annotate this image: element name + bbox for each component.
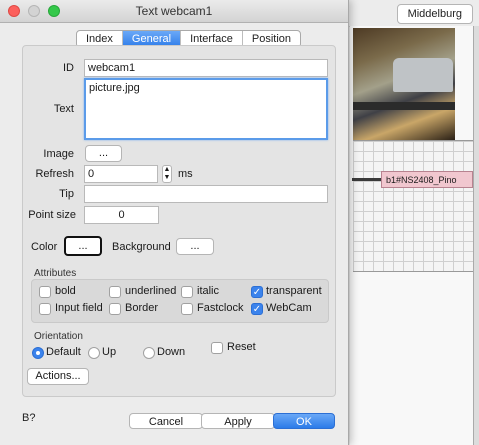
- apply-button[interactable]: Apply: [201, 413, 275, 429]
- tip-label: Tip: [59, 188, 74, 200]
- titlebar: Text webcam1: [0, 0, 348, 23]
- transparent-checkbox[interactable]: ✓: [251, 286, 263, 298]
- color-picker-button[interactable]: ...: [64, 236, 102, 256]
- track-image-detail: [353, 102, 455, 110]
- refresh-label: Refresh: [35, 168, 74, 180]
- orientation-down-radio[interactable]: [143, 347, 155, 359]
- input-field-label: Input field: [55, 302, 103, 314]
- attributes-section-title: Attributes: [34, 268, 77, 279]
- orientation-default-label: Default: [46, 346, 81, 358]
- image-label: Image: [43, 148, 74, 160]
- id-field[interactable]: webcam1: [84, 59, 328, 77]
- actions-button[interactable]: Actions...: [27, 368, 89, 385]
- background-scrollbar[interactable]: [473, 26, 479, 445]
- text-properties-dialog: Text webcam1 Index General Interface Pos…: [0, 0, 349, 445]
- orientation-default-radio[interactable]: [32, 347, 44, 359]
- fastclock-checkbox[interactable]: [181, 303, 193, 315]
- border-checkbox[interactable]: [109, 303, 121, 315]
- bold-label: bold: [55, 285, 76, 297]
- underlined-checkbox[interactable]: [109, 286, 121, 298]
- transparent-label: transparent: [266, 285, 322, 297]
- pointsize-field[interactable]: 0: [84, 206, 159, 224]
- layout-grid: [353, 140, 473, 272]
- fastclock-label: Fastclock: [197, 302, 244, 314]
- refresh-stepper[interactable]: ▲ ▼: [162, 165, 172, 183]
- ok-button[interactable]: OK: [273, 413, 335, 429]
- webcam-image: [353, 28, 455, 140]
- border-label: Border: [125, 302, 159, 314]
- track-segment[interactable]: [352, 178, 382, 181]
- orientation-down-label: Down: [157, 346, 186, 358]
- italic-label: italic: [197, 285, 220, 297]
- cancel-button[interactable]: Cancel: [129, 413, 203, 429]
- webcam-label: WebCam: [266, 302, 312, 314]
- block-element[interactable]: b1#NS2408_Pino: [381, 171, 473, 188]
- window-title: Text webcam1: [135, 4, 213, 18]
- reset-checkbox[interactable]: [211, 342, 223, 354]
- webcam-checkbox[interactable]: ✓: [251, 303, 263, 315]
- orientation-up-radio[interactable]: [88, 347, 100, 359]
- image-browse-button[interactable]: ...: [85, 145, 122, 162]
- location-button[interactable]: Middelburg: [396, 4, 473, 24]
- train-image-detail: [393, 58, 453, 92]
- background-label: Background: [112, 241, 171, 253]
- help-icon[interactable]: B?: [22, 412, 35, 424]
- text-field[interactable]: picture.jpg: [84, 78, 328, 140]
- pointsize-label: Point size: [28, 209, 76, 221]
- orientation-section-title: Orientation: [34, 331, 83, 342]
- tip-field[interactable]: [84, 185, 328, 203]
- italic-checkbox[interactable]: [181, 286, 193, 298]
- color-label: Color: [31, 241, 58, 253]
- refresh-field[interactable]: 0: [84, 165, 158, 183]
- reset-label: Reset: [227, 341, 256, 353]
- input-field-checkbox[interactable]: [39, 303, 51, 315]
- underlined-label: underlined: [125, 285, 177, 297]
- id-label: ID: [63, 62, 74, 74]
- bold-checkbox[interactable]: [39, 286, 51, 298]
- background-color-button[interactable]: ...: [176, 238, 214, 255]
- text-label: Text: [53, 103, 74, 115]
- refresh-unit-label: ms: [178, 168, 193, 180]
- orientation-up-label: Up: [102, 346, 117, 358]
